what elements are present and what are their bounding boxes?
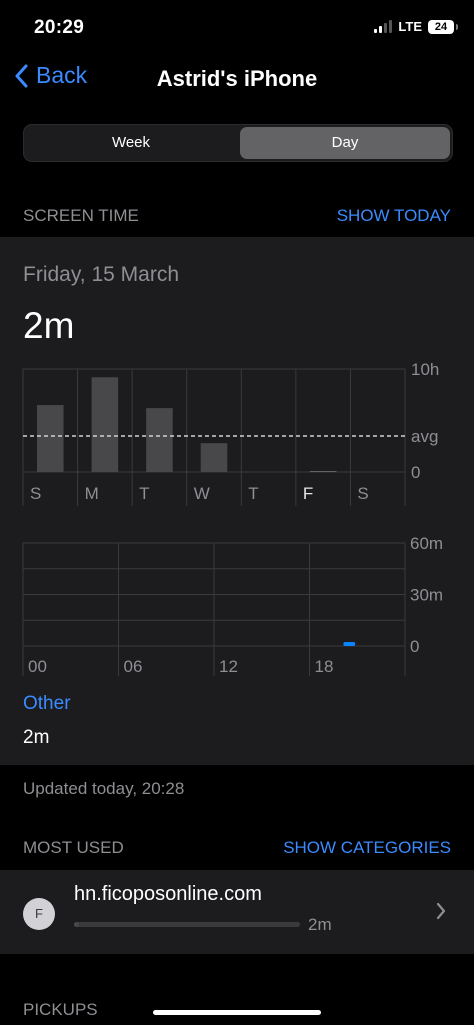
navigation-bar: Back Astrid's iPhone (0, 56, 474, 104)
usage-charts: S M T W T F S10havg000 06 12 1860m30m0 (22, 360, 443, 676)
app-usage-time: 2m (308, 915, 332, 934)
most-used-header: MOST USED SHOW CATEGORIES (23, 838, 451, 858)
most-used-row[interactable]: F hn.ficoposonline.com 2m (0, 870, 474, 954)
app-avatar: F (23, 898, 55, 930)
weekly-day-label: S (357, 484, 368, 503)
category-other-time: 2m (23, 727, 50, 748)
weekly-day-label: W (194, 484, 210, 503)
weekly-bar (146, 408, 173, 472)
weekly-day-label: F (303, 484, 313, 503)
weekly-y-tick-label: avg (411, 427, 438, 446)
weekly-y-tick-label: 10h (411, 360, 439, 379)
status-indicators: LTE 24 (374, 19, 458, 34)
period-segmented-control: Week Day (23, 124, 453, 162)
screen-time-header: SCREEN TIME SHOW TODAY (23, 206, 451, 226)
usage-bar (74, 922, 300, 927)
hourly-y-tick-label: 30m (410, 586, 443, 605)
status-bar: 20:29 LTE 24 (0, 0, 474, 56)
page-title: Astrid's iPhone (156, 66, 318, 91)
hourly-bar (343, 642, 356, 646)
hourly-y-tick-label: 0 (410, 637, 419, 656)
weekly-day-label: S (30, 484, 41, 503)
hourly-x-tick-label: 12 (219, 657, 238, 676)
battery-icon: 24 (428, 19, 458, 34)
usage-bar-fill (74, 922, 79, 927)
network-type: LTE (398, 19, 422, 34)
hourly-x-tick-label: 00 (28, 657, 47, 676)
weekly-day-label: T (139, 484, 149, 503)
hourly-x-tick-label: 06 (124, 657, 143, 676)
category-other-link[interactable]: Other (23, 693, 71, 715)
hourly-x-tick-label: 18 (315, 657, 334, 676)
weekly-bar (200, 443, 228, 472)
cellular-signal-icon (374, 20, 393, 33)
segment-week[interactable]: Week (26, 127, 236, 159)
screen-time-card: Friday, 15 March 2m S M T W T F S 10h avg 0 00 06 12… (0, 237, 474, 765)
weekly-bar (309, 471, 337, 472)
hourly-y-tick-label: 60m (410, 534, 443, 553)
weekly-bar (37, 405, 64, 472)
screen-time-title: SCREEN TIME (23, 206, 139, 225)
chevron-right-icon (436, 902, 446, 920)
show-categories-link[interactable]: SHOW CATEGORIES (283, 838, 451, 858)
app-name: hn.ficoposonline.com (74, 883, 262, 905)
weekly-y-tick-label: 0 (411, 463, 420, 482)
most-used-title: MOST USED (23, 838, 124, 857)
segment-day[interactable]: Day (240, 127, 450, 159)
weekly-day-label: T (248, 484, 258, 503)
weekly-day-label: M (85, 484, 99, 503)
weekly-bar (91, 377, 119, 472)
updated-label: Updated today, 20:28 (23, 779, 185, 798)
home-indicator[interactable] (153, 1010, 321, 1015)
show-today-link[interactable]: SHOW TODAY (337, 206, 451, 226)
pickups-header: PICKUPS (23, 1000, 98, 1019)
status-time: 20:29 (34, 17, 85, 38)
